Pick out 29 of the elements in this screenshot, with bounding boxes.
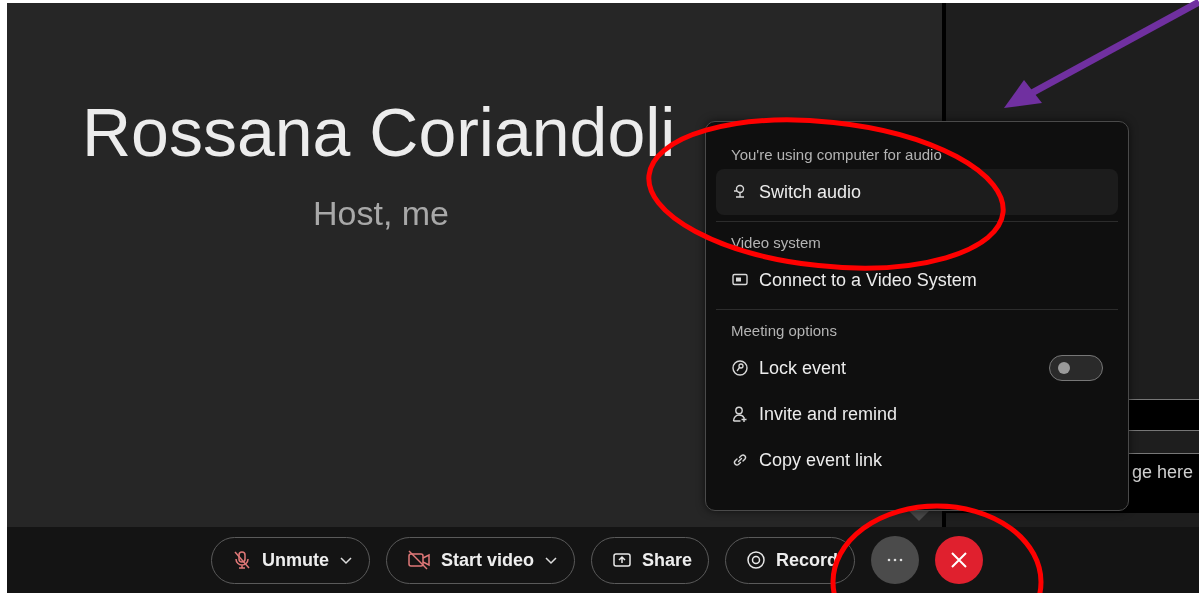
menu-heading: Video system (730, 233, 822, 253)
menu-heading: Meeting options (730, 321, 838, 341)
lock-icon (731, 359, 749, 377)
leave-button[interactable] (935, 536, 984, 584)
menu-item-label: Copy event link (759, 449, 883, 471)
record-icon (746, 550, 766, 570)
menu-item-label: Switch audio (759, 181, 862, 203)
toggle-switch[interactable] (1049, 355, 1103, 381)
close-icon (950, 551, 969, 569)
participant-role: Host, me (313, 196, 451, 230)
menu-item[interactable]: Connect to a Video System (716, 257, 1118, 303)
menu-item-label: Invite and remind (759, 403, 898, 425)
camera-icon (406, 550, 431, 570)
menu-item-label: Lock event (759, 357, 847, 379)
person-add-icon (731, 405, 749, 423)
microphone-icon (231, 550, 252, 570)
toolbar-button[interactable]: Start video (385, 536, 575, 584)
participant-name: Rossana Coriandoli (82, 98, 676, 166)
menu-item[interactable]: Invite and remind (716, 391, 1118, 437)
menu-item[interactable]: Lock event (716, 345, 1118, 391)
menu-item-label: Connect to a Video System (759, 269, 977, 291)
menu-heading: You're using computer for audio (730, 145, 943, 165)
more-icon (887, 558, 904, 562)
menu-item[interactable]: Switch audio (716, 169, 1118, 215)
menu-item[interactable]: Copy event link (716, 437, 1118, 483)
toolbar-button[interactable]: Share (591, 536, 709, 584)
link-icon (731, 451, 749, 469)
share-icon (612, 550, 632, 570)
toolbar-button[interactable]: Unmute (210, 536, 370, 584)
